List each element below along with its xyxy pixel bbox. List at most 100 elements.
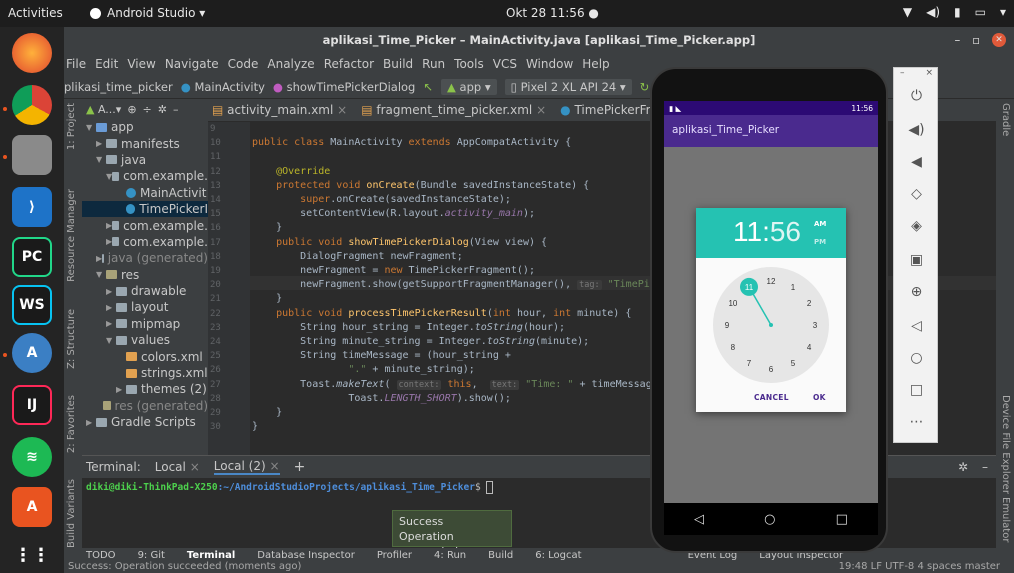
- code-line[interactable]: super.onCreate(savedInstanceState);: [252, 194, 511, 205]
- android-view-select[interactable]: ▲ A...▾: [86, 103, 121, 116]
- vscode-icon[interactable]: ⟩: [12, 187, 52, 227]
- tree-item[interactable]: ▼ values: [82, 332, 208, 348]
- code-line[interactable]: String timeMessage = (hour_string +: [252, 350, 511, 361]
- intellij-icon[interactable]: IJ: [12, 385, 52, 425]
- git-tool-button[interactable]: 9: Git: [138, 550, 165, 561]
- hour-label[interactable]: 1: [791, 283, 796, 292]
- hour-label[interactable]: 2: [807, 299, 812, 308]
- more-icon[interactable]: ⋯: [894, 414, 939, 430]
- chevron-down-icon[interactable]: ▼: [96, 270, 106, 279]
- show-apps-icon[interactable]: ⋮⋮: [12, 535, 52, 573]
- hour-label[interactable]: 4: [807, 343, 812, 352]
- back-icon[interactable]: ◁: [694, 512, 704, 527]
- code-line[interactable]: "." + minute_string);: [252, 364, 474, 375]
- webstorm-icon[interactable]: WS: [12, 285, 52, 325]
- hide-panel-icon[interactable]: –: [982, 460, 988, 474]
- tab-emulator[interactable]: Emulator: [1000, 497, 1011, 542]
- tree-item[interactable]: ▼ res: [82, 267, 208, 283]
- pycharm-icon[interactable]: PC: [12, 237, 52, 277]
- hour-label[interactable]: 7: [747, 359, 752, 368]
- tree-item[interactable]: ▶ layout: [82, 299, 208, 315]
- hour-label[interactable]: 3: [813, 321, 818, 330]
- success-notification[interactable]: Success Operation succeeded: [392, 510, 512, 558]
- chevron-down-icon[interactable]: ▼: [106, 336, 116, 345]
- terminal-tool-button[interactable]: Terminal: [187, 550, 235, 561]
- device-select[interactable]: ▯ Pixel 2 XL API 24 ▾: [504, 78, 632, 95]
- hour-label[interactable]: 8: [731, 343, 736, 352]
- files-icon[interactable]: [12, 135, 52, 175]
- back-icon[interactable]: ◁: [894, 318, 939, 334]
- hour-label[interactable]: 11: [745, 283, 754, 292]
- code-line[interactable]: setContentView(R.layout.activity_main);: [252, 208, 535, 219]
- tree-item[interactable]: colors.xml: [82, 348, 208, 364]
- logcat-button[interactable]: 6: Logcat: [535, 550, 581, 561]
- tab-resource-manager[interactable]: Resource Manager: [66, 189, 77, 282]
- maximize-icon[interactable]: ▫: [972, 27, 980, 53]
- code-line[interactable]: }: [252, 421, 258, 432]
- clock[interactable]: Okt 28 11:56 ●: [506, 6, 599, 20]
- zoom-icon[interactable]: ⊕: [894, 284, 939, 300]
- tree-item[interactable]: ▼ java: [82, 152, 208, 168]
- pm-toggle[interactable]: PM: [814, 238, 826, 246]
- tab-activity-main-xml[interactable]: ▤ activity_main.xml ×: [212, 103, 347, 117]
- phone-screen[interactable]: ▮ ◣ 11:56 aplikasi_Time_Picker 11:56 AM …: [664, 101, 878, 503]
- rotate-left-icon[interactable]: ◇: [894, 186, 939, 202]
- clock-face[interactable]: 121234567891011: [711, 265, 831, 385]
- terminal-tab-local-2[interactable]: Local (2) ×: [213, 459, 280, 475]
- menu-window[interactable]: Window: [526, 57, 573, 71]
- code-line[interactable]: Toast.LENGTH_SHORT).show();: [252, 393, 511, 404]
- spotify-icon[interactable]: ≋: [12, 437, 52, 477]
- chrome-icon[interactable]: [12, 85, 52, 125]
- software-center-icon[interactable]: A: [12, 487, 52, 527]
- menu-file[interactable]: File: [66, 57, 86, 71]
- refresh-icon[interactable]: ↻: [640, 80, 650, 94]
- system-tray[interactable]: ▼ ◀) ▮ ▭ ▾: [903, 5, 1006, 19]
- code-line[interactable]: Toast.makeText( context: this, text: "Ti…: [252, 379, 664, 390]
- database-inspector-button[interactable]: Database Inspector: [257, 550, 355, 561]
- am-toggle[interactable]: AM: [814, 220, 826, 228]
- code-line[interactable]: DialogFragment newFragment;: [252, 251, 463, 262]
- tab-project[interactable]: 1: Project: [66, 103, 77, 150]
- hour-label[interactable]: 5: [791, 359, 796, 368]
- close-tab-icon[interactable]: ×: [190, 460, 200, 474]
- menu-analyze[interactable]: Analyze: [267, 57, 314, 71]
- rotate-right-icon[interactable]: ◈: [894, 218, 939, 234]
- minute-display[interactable]: 56: [770, 216, 801, 247]
- tree-item[interactable]: ▶ themes (2): [82, 381, 208, 397]
- cancel-button[interactable]: CANCEL: [754, 393, 789, 402]
- chevron-right-icon[interactable]: ▶: [96, 139, 106, 148]
- code-line[interactable]: newFragment = new TimePickerFragment();: [252, 265, 535, 276]
- code-line[interactable]: public void processTimePickerResult(int …: [252, 308, 631, 319]
- menu-build[interactable]: Build: [383, 57, 413, 71]
- hide-icon[interactable]: –: [173, 103, 179, 116]
- tree-item[interactable]: ▶ com.example.: [82, 217, 208, 233]
- code-line[interactable]: }: [252, 293, 282, 304]
- power-icon[interactable]: ⏻: [894, 88, 939, 104]
- breadcrumb-project[interactable]: plikasi_time_picker: [64, 80, 173, 94]
- chevron-right-icon[interactable]: ▶: [116, 385, 126, 394]
- chevron-right-icon[interactable]: ▶: [86, 418, 96, 427]
- tree-item[interactable]: ▶ com.example.: [82, 234, 208, 250]
- chevron-down-icon[interactable]: ▼: [86, 123, 96, 132]
- android-studio-dock-icon[interactable]: A: [12, 333, 52, 373]
- tree-item[interactable]: ▶ manifests: [82, 135, 208, 151]
- chevron-right-icon[interactable]: ▶: [106, 303, 116, 312]
- collapse-icon[interactable]: ÷: [143, 103, 152, 116]
- close-icon[interactable]: ✕: [992, 33, 1006, 47]
- hour-display[interactable]: 11: [733, 216, 762, 247]
- tree-item[interactable]: MainActivit: [82, 185, 208, 201]
- activities-button[interactable]: Activities: [8, 6, 63, 20]
- tree-item[interactable]: ▼ app: [82, 119, 208, 135]
- run-config-select[interactable]: ▲ app ▾: [441, 78, 497, 95]
- tree-item[interactable]: res (generated): [82, 398, 208, 414]
- menu-help[interactable]: Help: [582, 57, 609, 71]
- menu-refactor[interactable]: Refactor: [324, 57, 374, 71]
- volume-down-icon[interactable]: ◀: [894, 154, 939, 170]
- code-line[interactable]: public void showTimePickerDialog(View vi…: [252, 237, 547, 248]
- code-line[interactable]: String minute_string = Integer.toString(…: [252, 336, 589, 347]
- tab-fragment-time-picker-xml[interactable]: ▤ fragment_time_picker.xml ×: [361, 103, 546, 117]
- home-icon[interactable]: ○: [894, 350, 939, 366]
- tree-item[interactable]: ▼ com.example.: [82, 168, 208, 184]
- todo-tool-button[interactable]: TODO: [86, 550, 116, 561]
- close-tab-icon[interactable]: ×: [270, 459, 280, 473]
